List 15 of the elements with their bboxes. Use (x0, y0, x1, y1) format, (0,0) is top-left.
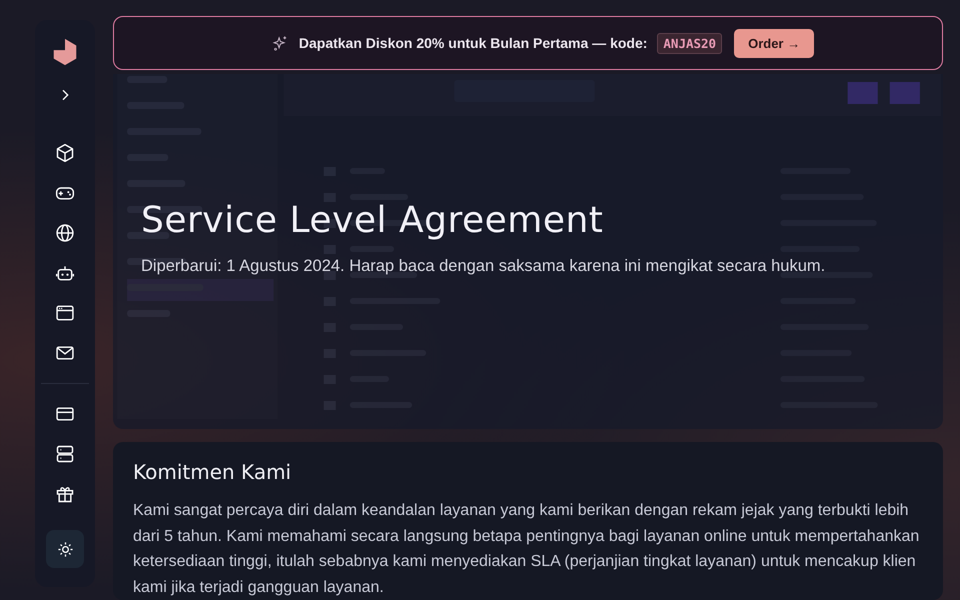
sun-icon (56, 540, 74, 558)
page-subtitle: Diperbarui: 1 Agustus 2024. Harap baca dengan saksama karena ini mengikat secara hukum. (141, 257, 826, 276)
gift-icon[interactable] (55, 484, 75, 504)
server-icon[interactable] (55, 444, 75, 464)
browser-window-icon[interactable] (55, 303, 75, 323)
coupon-code: ANJAS20 (657, 32, 722, 54)
section-paragraph: Kami sangat percaya diri dalam keandalan layanan yang kami berikan dengan rekam jejak yang terbukti lebih dari 5 tahun. Kami memahami secara langsung betapa pentingnya bagi layanan online untuk mempertahankan ketersediaan tinggi, itulah sebabnya kami menyediakan SLA (perjanjian tingkat layanan) untuk mencakup klien kami jika terjadi gangguan layanan. (133, 501, 920, 598)
theme-toggle-button[interactable] (46, 530, 84, 568)
sparkle-icon (272, 34, 289, 52)
page-title: Service Level Agreement (141, 200, 604, 241)
section-heading: Komitmen Kami (133, 460, 292, 484)
globe-icon[interactable] (55, 223, 75, 243)
promo-text: Dapatkan Diskon 20% untuk Bulan Pertama — kode: (298, 35, 648, 51)
order-button[interactable]: Order → (734, 28, 814, 58)
cube-icon[interactable] (55, 143, 75, 163)
